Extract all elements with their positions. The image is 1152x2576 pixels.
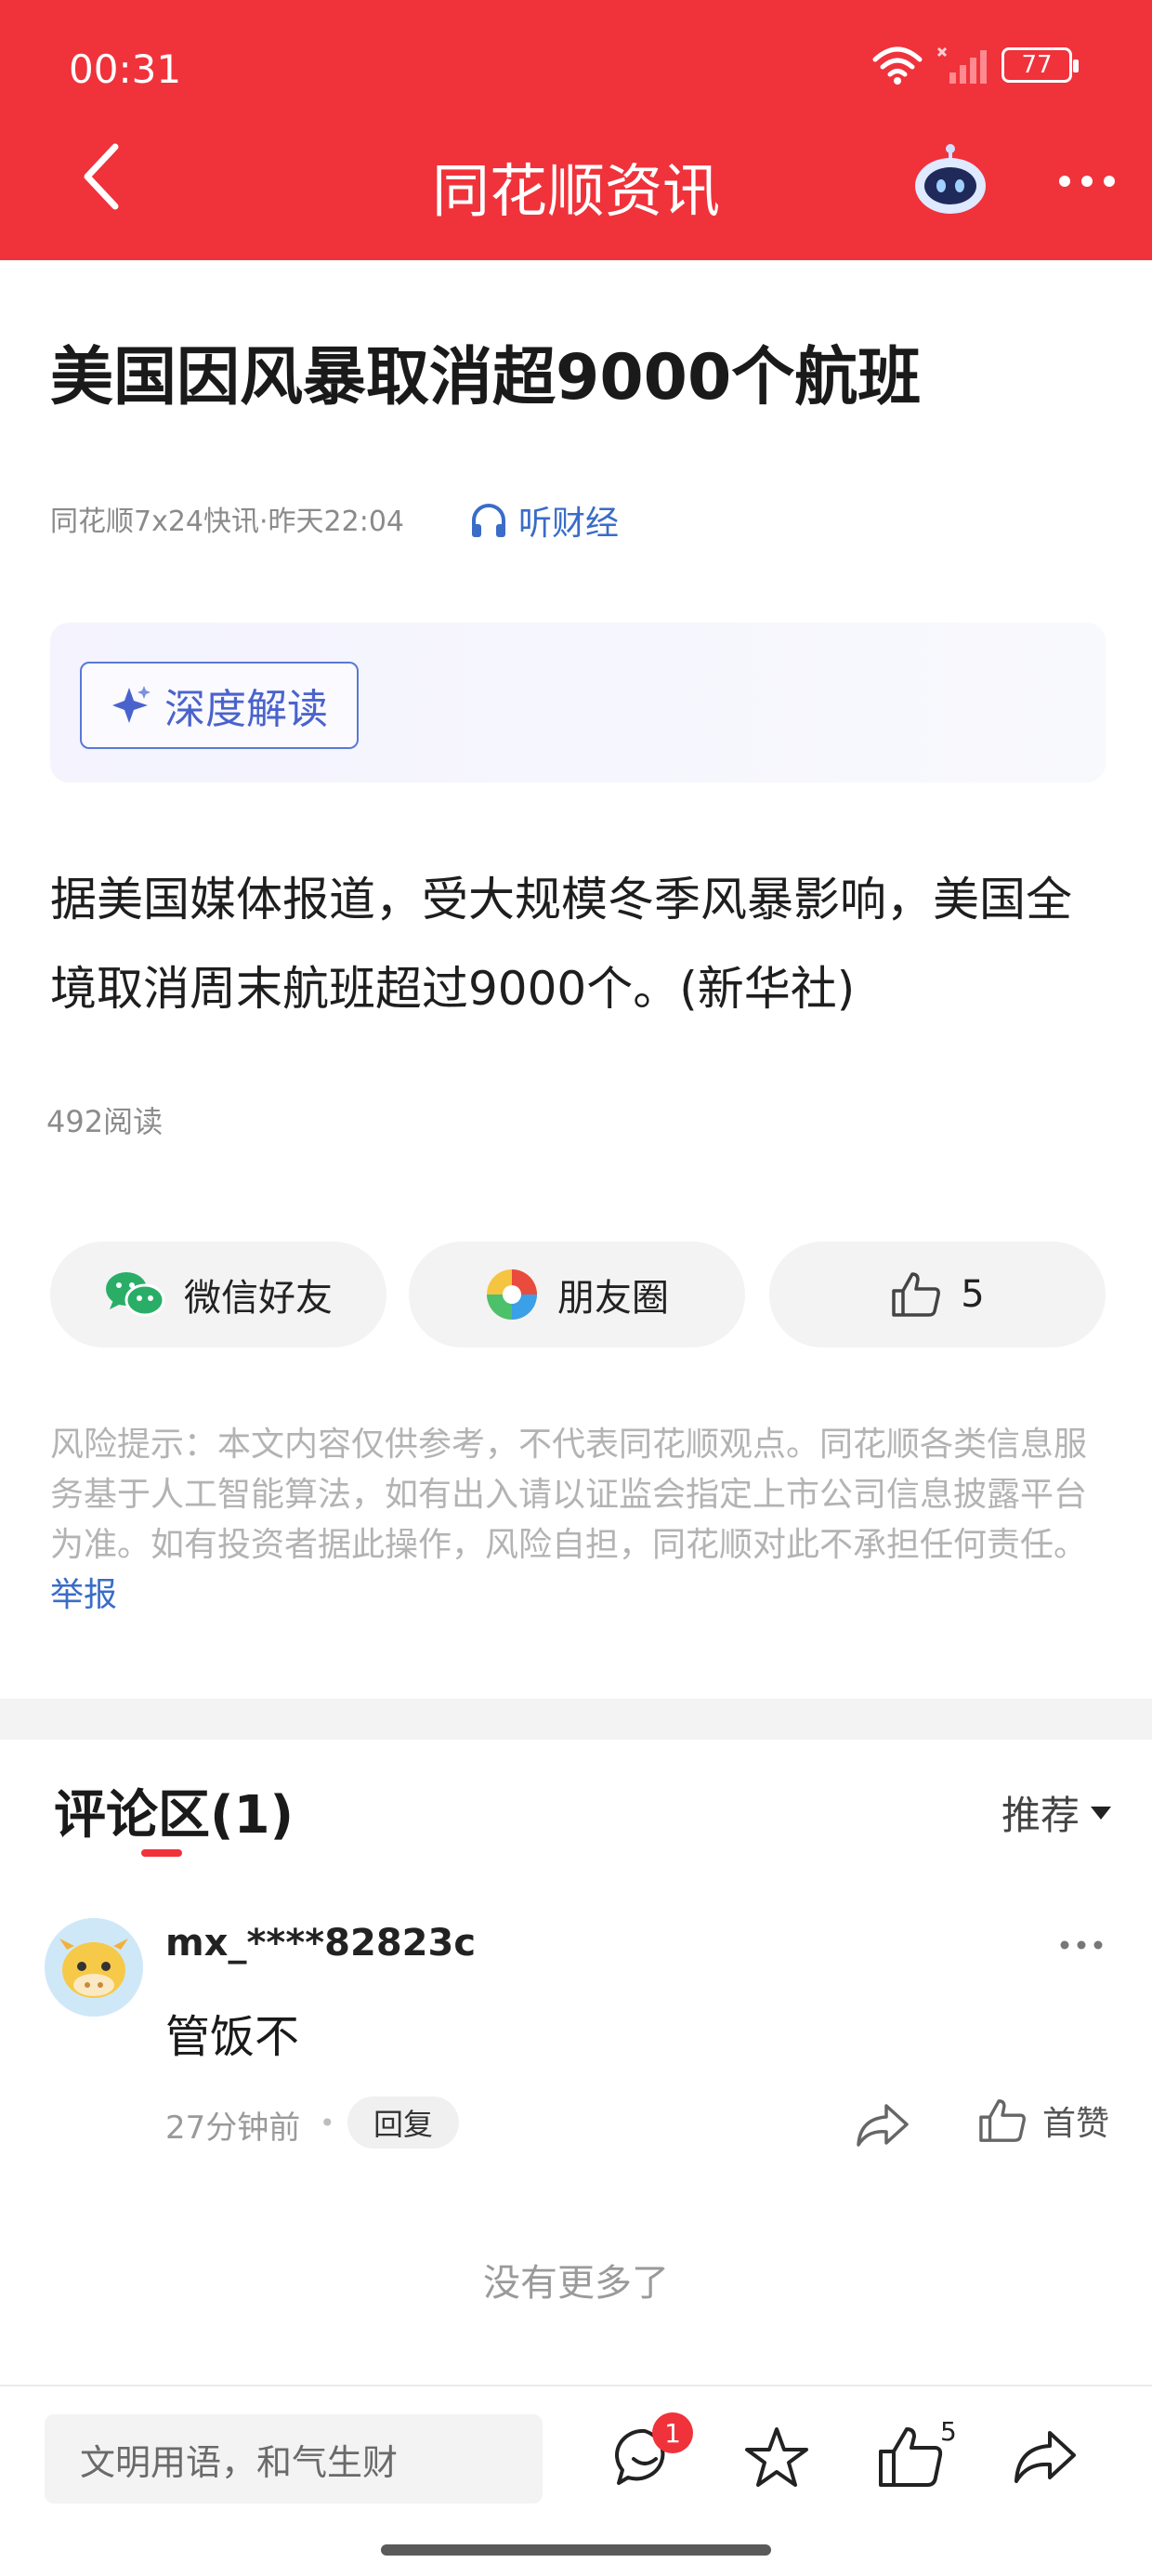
listen-label: 听财经 (518, 505, 620, 543)
wechat-icon (106, 1272, 165, 1317)
avatar[interactable] (45, 1918, 143, 2017)
deep-read-label: 深度解读 (164, 686, 328, 733)
like-count: 5 (961, 1273, 985, 1316)
comments-title-underline (141, 1849, 182, 1857)
article-headline: 美国因风暴取消超9000个航班 (50, 341, 922, 414)
moments-icon (487, 1269, 537, 1320)
comment-like-label: 首赞 (1042, 2105, 1110, 2143)
read-count: 492阅读 (46, 1104, 164, 1139)
headphones-icon (472, 504, 505, 537)
thumbs-up-icon (892, 1272, 941, 1317)
star-icon[interactable] (740, 2420, 814, 2494)
sort-dropdown[interactable]: 推荐 (1001, 1784, 1113, 1841)
like-button[interactable]: 5 (769, 1242, 1106, 1347)
thumbs-up-icon[interactable] (873, 2420, 948, 2494)
status-time: 00:31 (69, 46, 182, 92)
share-icon[interactable] (1007, 2420, 1081, 2494)
article-body: 据美国媒体报道，受大规模冬季风暴影响，美国全境取消周末航班超过9000个。(新华… (50, 873, 1072, 1016)
section-divider (0, 1699, 1152, 1740)
comment-username[interactable]: mx_****82823c (165, 1922, 476, 1965)
sort-label: 推荐 (1001, 1793, 1080, 1838)
wifi-icon (872, 46, 923, 85)
caret-down-icon (1091, 1806, 1111, 1820)
comment-text: 管饭不 (165, 2011, 300, 2063)
thumbs-up-icon (979, 2099, 1026, 2142)
separator-dot: • (320, 2108, 335, 2138)
deep-read-card: 深度解读 (50, 623, 1106, 782)
risk-text: 风险提示：本文内容仅供参考，不代表同花顺观点。同花顺各类信息服务基于人工智能算法… (50, 1426, 1088, 1564)
listen-button[interactable]: 听财经 (468, 496, 619, 545)
bottom-like-count: 5 (940, 2416, 957, 2447)
more-icon[interactable] (1050, 158, 1124, 204)
comment-more-icon[interactable] (1054, 1931, 1109, 1959)
share-wechat-label: 微信好友 (184, 1277, 333, 1320)
comment-share-icon[interactable] (853, 2098, 912, 2150)
comment-input[interactable]: 文明用语，和气生财 (45, 2414, 543, 2504)
ai-robot-icon[interactable] (912, 141, 988, 217)
signal-icon (936, 46, 987, 84)
sparkle-icon (112, 686, 151, 723)
comment-badge: 1 (652, 2412, 693, 2453)
report-link[interactable]: 举报 (50, 1576, 117, 1614)
risk-notice: 风险提示：本文内容仅供参考，不代表同花顺观点。同花顺各类信息服务基于人工智能算法… (50, 1420, 1109, 1621)
reply-button[interactable]: 回复 (347, 2096, 459, 2149)
comments-title: 评论区(1) (54, 1785, 295, 1846)
share-wechat-button[interactable]: 微信好友 (50, 1242, 386, 1347)
cow-avatar-icon (45, 1918, 143, 2017)
home-indicator[interactable] (381, 2544, 771, 2556)
no-more-text: 没有更多了 (483, 2262, 669, 2305)
share-moments-button[interactable]: 朋友圈 (409, 1242, 745, 1347)
status-icons: 77 (871, 45, 1079, 85)
battery-icon: 77 (1001, 47, 1079, 83)
bottom-bar: 文明用语，和气生财 1 5 (0, 2385, 1152, 2576)
comment-like-button[interactable]: 首赞 (977, 2096, 1109, 2145)
comment-time: 27分钟前 (165, 2109, 301, 2147)
top-header: 00:31 77 同花顺资讯 (0, 0, 1152, 260)
deep-read-button[interactable]: 深度解读 (80, 662, 359, 749)
article-meta: 同花顺7x24快讯·昨天22:04 (50, 506, 405, 538)
share-moments-label: 朋友圈 (557, 1277, 669, 1320)
